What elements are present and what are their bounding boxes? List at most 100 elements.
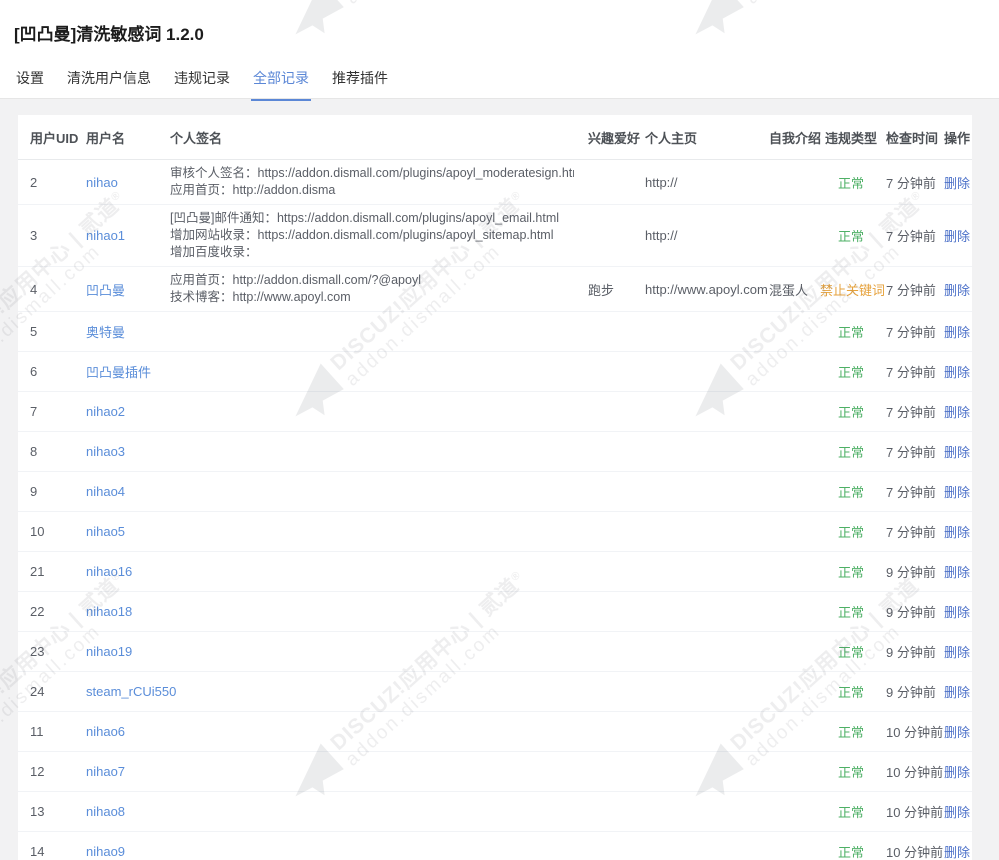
table-row: 23nihao19正常9 分钟前删除 — [18, 632, 972, 672]
username-link[interactable]: nihao2 — [86, 404, 125, 419]
violation-type-cell: 正常 — [820, 802, 882, 821]
violation-type-badge: 正常 — [838, 605, 864, 620]
username-link[interactable]: 奥特曼 — [86, 325, 125, 340]
check-time-cell: 7 分钟前 — [882, 522, 944, 541]
signature-cell — [164, 847, 584, 857]
actions-cell: 删除 — [944, 322, 972, 341]
username-link[interactable]: nihao18 — [86, 604, 132, 619]
delete-link[interactable]: 删除 — [944, 525, 970, 540]
violation-type-badge: 正常 — [838, 685, 864, 700]
check-time-cell: 10 分钟前 — [882, 722, 944, 741]
delete-link[interactable]: 删除 — [944, 605, 970, 620]
uid-cell: 13 — [18, 804, 78, 819]
tab-clean-user-info[interactable]: 清洗用户信息 — [65, 62, 153, 101]
homepage-cell: http://www.apoyl.com — [641, 282, 765, 297]
uid-cell: 10 — [18, 524, 78, 539]
uid-cell: 7 — [18, 404, 78, 419]
signature-line: 审核个人签名：https://addon.dismall.com/plugins… — [170, 165, 574, 182]
actions-cell: 删除 — [944, 173, 972, 192]
uid-cell: 8 — [18, 444, 78, 459]
uid-cell: 11 — [18, 724, 78, 739]
delete-link[interactable]: 删除 — [944, 805, 970, 820]
violation-type-cell: 禁止关键词 — [820, 280, 882, 299]
username-link[interactable]: nihao9 — [86, 844, 125, 859]
page-title: [凹凸曼]清洗敏感词 1.2.0 — [14, 20, 204, 45]
tab-recommended-plugins[interactable]: 推荐插件 — [330, 62, 390, 101]
check-time-cell: 10 分钟前 — [882, 842, 944, 860]
username-link[interactable]: nihao4 — [86, 484, 125, 499]
username-link[interactable]: nihao — [86, 175, 118, 190]
delete-link[interactable]: 删除 — [944, 685, 970, 700]
check-time-cell: 10 分钟前 — [882, 802, 944, 821]
signature-cell — [164, 407, 584, 417]
actions-cell: 删除 — [944, 682, 972, 701]
actions-cell: 删除 — [944, 802, 972, 821]
actions-cell: 删除 — [944, 642, 972, 661]
delete-link[interactable]: 删除 — [944, 176, 970, 191]
username-link[interactable]: nihao8 — [86, 804, 125, 819]
username-link[interactable]: steam_rCUi550 — [86, 684, 176, 699]
username-link[interactable]: 凹凸曼 — [86, 283, 125, 298]
violation-type-badge: 正常 — [838, 365, 864, 380]
username-cell: nihao — [78, 175, 164, 190]
table-row: 24steam_rCUi550正常9 分钟前删除 — [18, 672, 972, 712]
username-cell: 凹凸曼 — [78, 280, 164, 299]
violation-type-cell: 正常 — [820, 322, 882, 341]
signature-cell — [164, 687, 584, 697]
delete-link[interactable]: 删除 — [944, 765, 970, 780]
uid-cell: 9 — [18, 484, 78, 499]
violation-type-badge: 正常 — [838, 765, 864, 780]
delete-link[interactable]: 删除 — [944, 645, 970, 660]
username-link[interactable]: nihao3 — [86, 444, 125, 459]
table-row: 7nihao2正常7 分钟前删除 — [18, 392, 972, 432]
signature-cell — [164, 727, 584, 737]
username-link[interactable]: nihao7 — [86, 764, 125, 779]
username-link[interactable]: nihao16 — [86, 564, 132, 579]
signature-line: 增加百度收录： — [170, 244, 574, 261]
delete-link[interactable]: 删除 — [944, 565, 970, 580]
tab-settings[interactable]: 设置 — [14, 62, 46, 101]
violation-type-cell: 正常 — [820, 762, 882, 781]
column-header-check-time: 检查时间 — [882, 128, 944, 147]
username-link[interactable]: nihao5 — [86, 524, 125, 539]
delete-link[interactable]: 删除 — [944, 229, 970, 244]
username-link[interactable]: nihao1 — [86, 228, 125, 243]
uid-cell: 12 — [18, 764, 78, 779]
username-cell: nihao16 — [78, 564, 164, 579]
username-cell: nihao6 — [78, 724, 164, 739]
signature-cell — [164, 487, 584, 497]
actions-cell: 删除 — [944, 226, 972, 245]
violation-type-badge: 正常 — [838, 725, 864, 740]
violation-type-badge: 正常 — [838, 805, 864, 820]
violation-type-cell: 正常 — [820, 522, 882, 541]
delete-link[interactable]: 删除 — [944, 845, 970, 860]
homepage-cell: http:// — [641, 228, 765, 243]
username-link[interactable]: nihao19 — [86, 644, 132, 659]
username-link[interactable]: 凹凸曼插件 — [86, 365, 151, 380]
check-time-cell: 9 分钟前 — [882, 682, 944, 701]
delete-link[interactable]: 删除 — [944, 485, 970, 500]
username-link[interactable]: nihao6 — [86, 724, 125, 739]
page-header: [凹凸曼]清洗敏感词 1.2.0 设置清洗用户信息违规记录全部记录推荐插件 — [0, 0, 999, 99]
delete-link[interactable]: 删除 — [944, 365, 970, 380]
violation-type-cell: 正常 — [820, 482, 882, 501]
tab-violation-records[interactable]: 违规记录 — [172, 62, 232, 101]
table-row: 22nihao18正常9 分钟前删除 — [18, 592, 972, 632]
signature-cell — [164, 647, 584, 657]
username-cell: nihao18 — [78, 604, 164, 619]
username-cell: nihao1 — [78, 228, 164, 243]
uid-cell: 6 — [18, 364, 78, 379]
table-row: 11 nihao6 正常 10 分钟前删除 — [18, 712, 972, 752]
delete-link[interactable]: 删除 — [944, 283, 970, 298]
delete-link[interactable]: 删除 — [944, 445, 970, 460]
delete-link[interactable]: 删除 — [944, 405, 970, 420]
column-header-username: 用户名 — [78, 128, 164, 147]
check-time-cell: 7 分钟前 — [882, 442, 944, 461]
username-cell: nihao9 — [78, 844, 164, 859]
table-row: 14nihao9正常10 分钟前删除 — [18, 832, 972, 860]
tab-all-records[interactable]: 全部记录 — [251, 62, 311, 101]
check-time-cell: 7 分钟前 — [882, 226, 944, 245]
username-cell: nihao5 — [78, 524, 164, 539]
delete-link[interactable]: 删除 — [944, 725, 970, 740]
delete-link[interactable]: 删除 — [944, 325, 970, 340]
